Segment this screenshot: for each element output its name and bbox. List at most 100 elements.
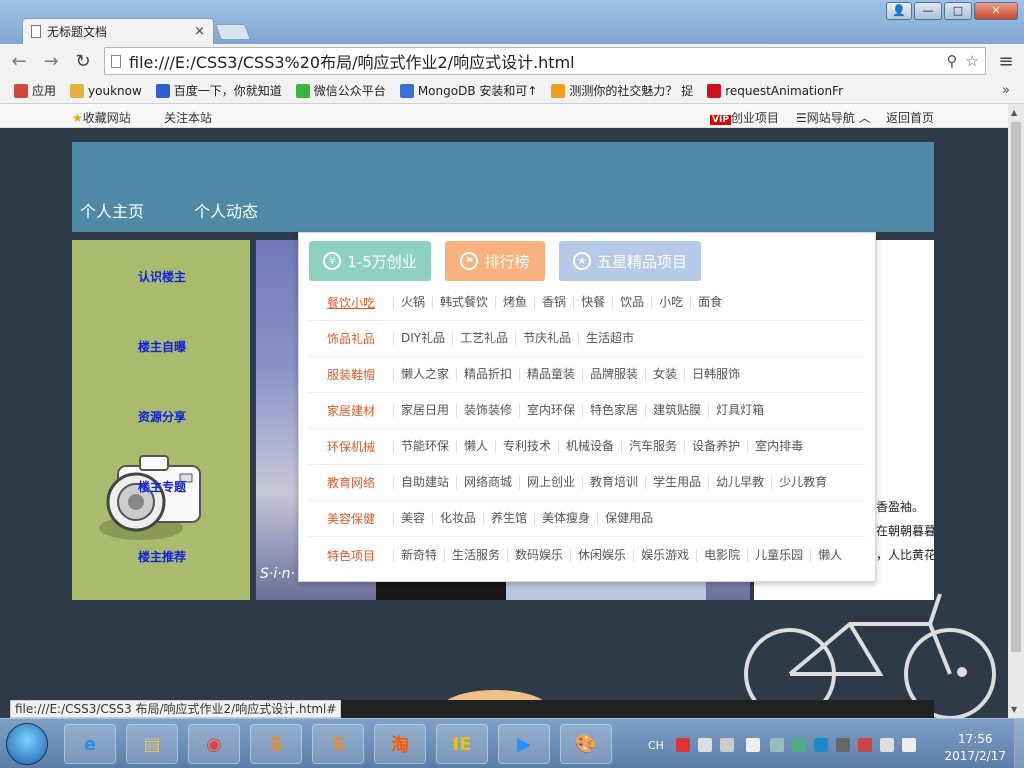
zoom-search-icon[interactable]: ⚲ — [947, 52, 958, 70]
favorite-link[interactable]: ★收藏网站 — [72, 109, 131, 126]
nav-personal-feed[interactable]: 个人动态 — [194, 198, 258, 222]
dropdown-subcategory-link[interactable]: 网上创业 — [519, 476, 582, 489]
browser-tab[interactable]: 无标题文档 × — [22, 18, 214, 44]
dropdown-subcategory-link[interactable]: 儿童乐园 — [747, 548, 810, 562]
sidebar-link-resources[interactable]: 资源分享 — [138, 408, 186, 425]
sidebar-link-about[interactable]: 认识楼主 — [138, 268, 186, 285]
dropdown-subcategory-link[interactable]: 家居日用 — [393, 404, 456, 417]
dropdown-category-link[interactable]: 环保机械 — [309, 438, 393, 455]
sidebar-link-recommend[interactable]: 楼主推荐 — [138, 548, 186, 565]
dropdown-subcategory-link[interactable]: 饮品 — [612, 296, 651, 309]
dropdown-subcategory-link[interactable]: 娱乐游戏 — [633, 548, 696, 562]
dropdown-subcategory-link[interactable]: 日韩服饰 — [684, 368, 747, 381]
maximize-button[interactable]: □ — [944, 2, 972, 20]
site-nav-toggle[interactable]: ☰网站导航 ︿ — [796, 109, 871, 126]
usb-icon[interactable] — [770, 738, 784, 752]
page-scrollbar[interactable]: ▲ ▼ — [1008, 104, 1024, 718]
new-tab-button[interactable] — [215, 24, 251, 40]
start-button[interactable] — [6, 723, 48, 765]
dropdown-subcategory-link[interactable]: 精品折扣 — [456, 368, 519, 381]
bookmark-item[interactable]: youknow — [70, 83, 142, 98]
bookmarks-overflow-button[interactable]: » — [1002, 83, 1010, 98]
dropdown-subcategory-link[interactable]: 韩式餐饮 — [432, 296, 495, 309]
bookmark-item[interactable]: 微信公众平台 — [295, 82, 386, 99]
dropdown-category-link[interactable]: 美容保健 — [309, 510, 393, 527]
dropdown-subcategory-link[interactable]: 精品童装 — [519, 368, 582, 381]
dropdown-subcategory-link[interactable]: 美体瘦身 — [534, 512, 597, 525]
dropdown-subcategory-link[interactable]: 建筑贴膜 — [645, 404, 708, 417]
dropdown-subcategory-link[interactable]: 室内排毒 — [747, 440, 810, 453]
reload-button[interactable]: ↻ — [72, 51, 94, 72]
dropdown-feature-button[interactable]: ⚑ 排行榜 — [445, 241, 545, 281]
app-tray-icon[interactable] — [836, 738, 850, 752]
sidebar-link-self[interactable]: 楼主自曝 — [138, 338, 186, 355]
dropdown-subcategory-link[interactable]: 火锅 — [393, 296, 432, 309]
dropdown-subcategory-link[interactable]: 室内环保 — [519, 404, 582, 417]
forward-button[interactable]: → — [40, 51, 62, 72]
dropdown-subcategory-link[interactable]: 节能环保 — [393, 440, 456, 453]
dropdown-category-link[interactable]: 服装鞋帽 — [309, 366, 393, 383]
dropdown-subcategory-link[interactable]: 节庆礼品 — [515, 332, 578, 345]
dropdown-feature-button[interactable]: ★ 五星精品项目 — [559, 241, 701, 281]
dropdown-subcategory-link[interactable]: 专利技术 — [495, 440, 558, 453]
dropdown-subcategory-link[interactable]: 灯具灯箱 — [708, 404, 771, 417]
network-icon[interactable] — [746, 738, 760, 752]
user-profile-button[interactable]: 👤 — [886, 2, 912, 20]
dropdown-subcategory-link[interactable]: 保健用品 — [597, 512, 660, 525]
follow-link[interactable]: 关注本站 — [164, 109, 212, 126]
ime-indicator[interactable]: CH — [648, 739, 664, 752]
close-window-button[interactable]: ✕ — [974, 2, 1018, 20]
bookmark-item[interactable]: requestAnimationFr — [707, 83, 843, 98]
taskbar-app-ie-tester[interactable]: IE — [436, 724, 488, 764]
dropdown-subcategory-link[interactable]: 特色家居 — [582, 404, 645, 417]
dropdown-feature-button[interactable]: ¥1-5万创业 — [309, 241, 431, 281]
taskbar-app-ie[interactable]: e — [64, 724, 116, 764]
dropdown-category-link[interactable]: 家居建材 — [309, 402, 393, 419]
volume-icon[interactable] — [902, 738, 916, 752]
bookmark-item[interactable]: 应用 — [14, 82, 56, 99]
dropdown-subcategory-link[interactable]: 化妆品 — [432, 512, 483, 525]
dropdown-category-link[interactable]: 餐饮小吃 — [309, 294, 393, 311]
taskbar-app-explorer[interactable]: ▤ — [126, 724, 178, 764]
dropdown-subcategory-link[interactable]: 汽车服务 — [621, 440, 684, 453]
dropdown-subcategory-link[interactable]: 教育培训 — [582, 476, 645, 489]
taskbar-app-chrome[interactable]: ◉ — [188, 724, 240, 764]
dropdown-subcategory-link[interactable]: 懒人之家 — [393, 368, 456, 381]
dropdown-subcategory-link[interactable]: 香锅 — [534, 296, 573, 309]
dropdown-subcategory-link[interactable]: 小吃 — [651, 296, 690, 309]
dropdown-subcategory-link[interactable]: 女装 — [645, 368, 684, 381]
dropdown-subcategory-link[interactable]: 数码娱乐 — [507, 548, 570, 562]
dropdown-subcategory-link[interactable]: 工艺礼品 — [452, 332, 515, 345]
dropdown-category-link[interactable]: 饰品礼品 — [309, 330, 393, 347]
scrollbar-thumb[interactable] — [1011, 122, 1021, 652]
taskbar-app-sublime-1[interactable]: S — [250, 724, 302, 764]
startup-link[interactable]: VIP 创业项目 — [710, 109, 779, 126]
bookmark-item[interactable]: 测测你的社交魅力？ 捉 — [551, 82, 693, 99]
dropdown-subcategory-link[interactable]: 少儿教育 — [771, 476, 834, 489]
help-icon[interactable] — [698, 738, 712, 752]
address-bar[interactable]: file:///E:/CSS3/CSS3%20布局/响应式作业2/响应式设计.h… — [104, 47, 986, 75]
flag-icon[interactable] — [858, 738, 872, 752]
dropdown-subcategory-link[interactable]: 养生馆 — [483, 512, 534, 525]
dropdown-category-link[interactable]: 特色项目 — [309, 547, 393, 564]
dropdown-subcategory-link[interactable]: 新奇特 — [393, 548, 444, 562]
url-text[interactable]: file:///E:/CSS3/CSS3%20布局/响应式作业2/响应式设计.h… — [129, 49, 939, 73]
dropdown-subcategory-link[interactable]: 休闲娱乐 — [570, 548, 633, 562]
bookmark-item[interactable]: 百度一下，你就知道 — [155, 82, 282, 99]
taskbar-app-media[interactable]: ▶ — [498, 724, 550, 764]
dropdown-subcategory-link[interactable]: 美容 — [393, 512, 432, 525]
dropdown-subcategory-link[interactable]: 机械设备 — [558, 440, 621, 453]
minimize-button[interactable]: — — [914, 2, 942, 20]
chrome-menu-icon[interactable]: ≡ — [996, 51, 1016, 72]
dropdown-subcategory-link[interactable]: 懒人 — [456, 440, 495, 453]
bluetooth-icon[interactable] — [814, 738, 828, 752]
taskbar-app-sublime-2[interactable]: S — [312, 724, 364, 764]
display-icon[interactable] — [880, 738, 894, 752]
dropdown-subcategory-link[interactable]: 装饰装修 — [456, 404, 519, 417]
dropdown-subcategory-link[interactable]: 幼儿早教 — [708, 476, 771, 489]
dropdown-category-link[interactable]: 教育网络 — [309, 474, 393, 491]
antivirus-icon[interactable] — [792, 738, 806, 752]
dropdown-subcategory-link[interactable]: 生活服务 — [444, 548, 507, 562]
tab-close-icon[interactable]: × — [194, 24, 205, 39]
clock[interactable]: 17:56 2017/2/17 — [944, 731, 1006, 765]
